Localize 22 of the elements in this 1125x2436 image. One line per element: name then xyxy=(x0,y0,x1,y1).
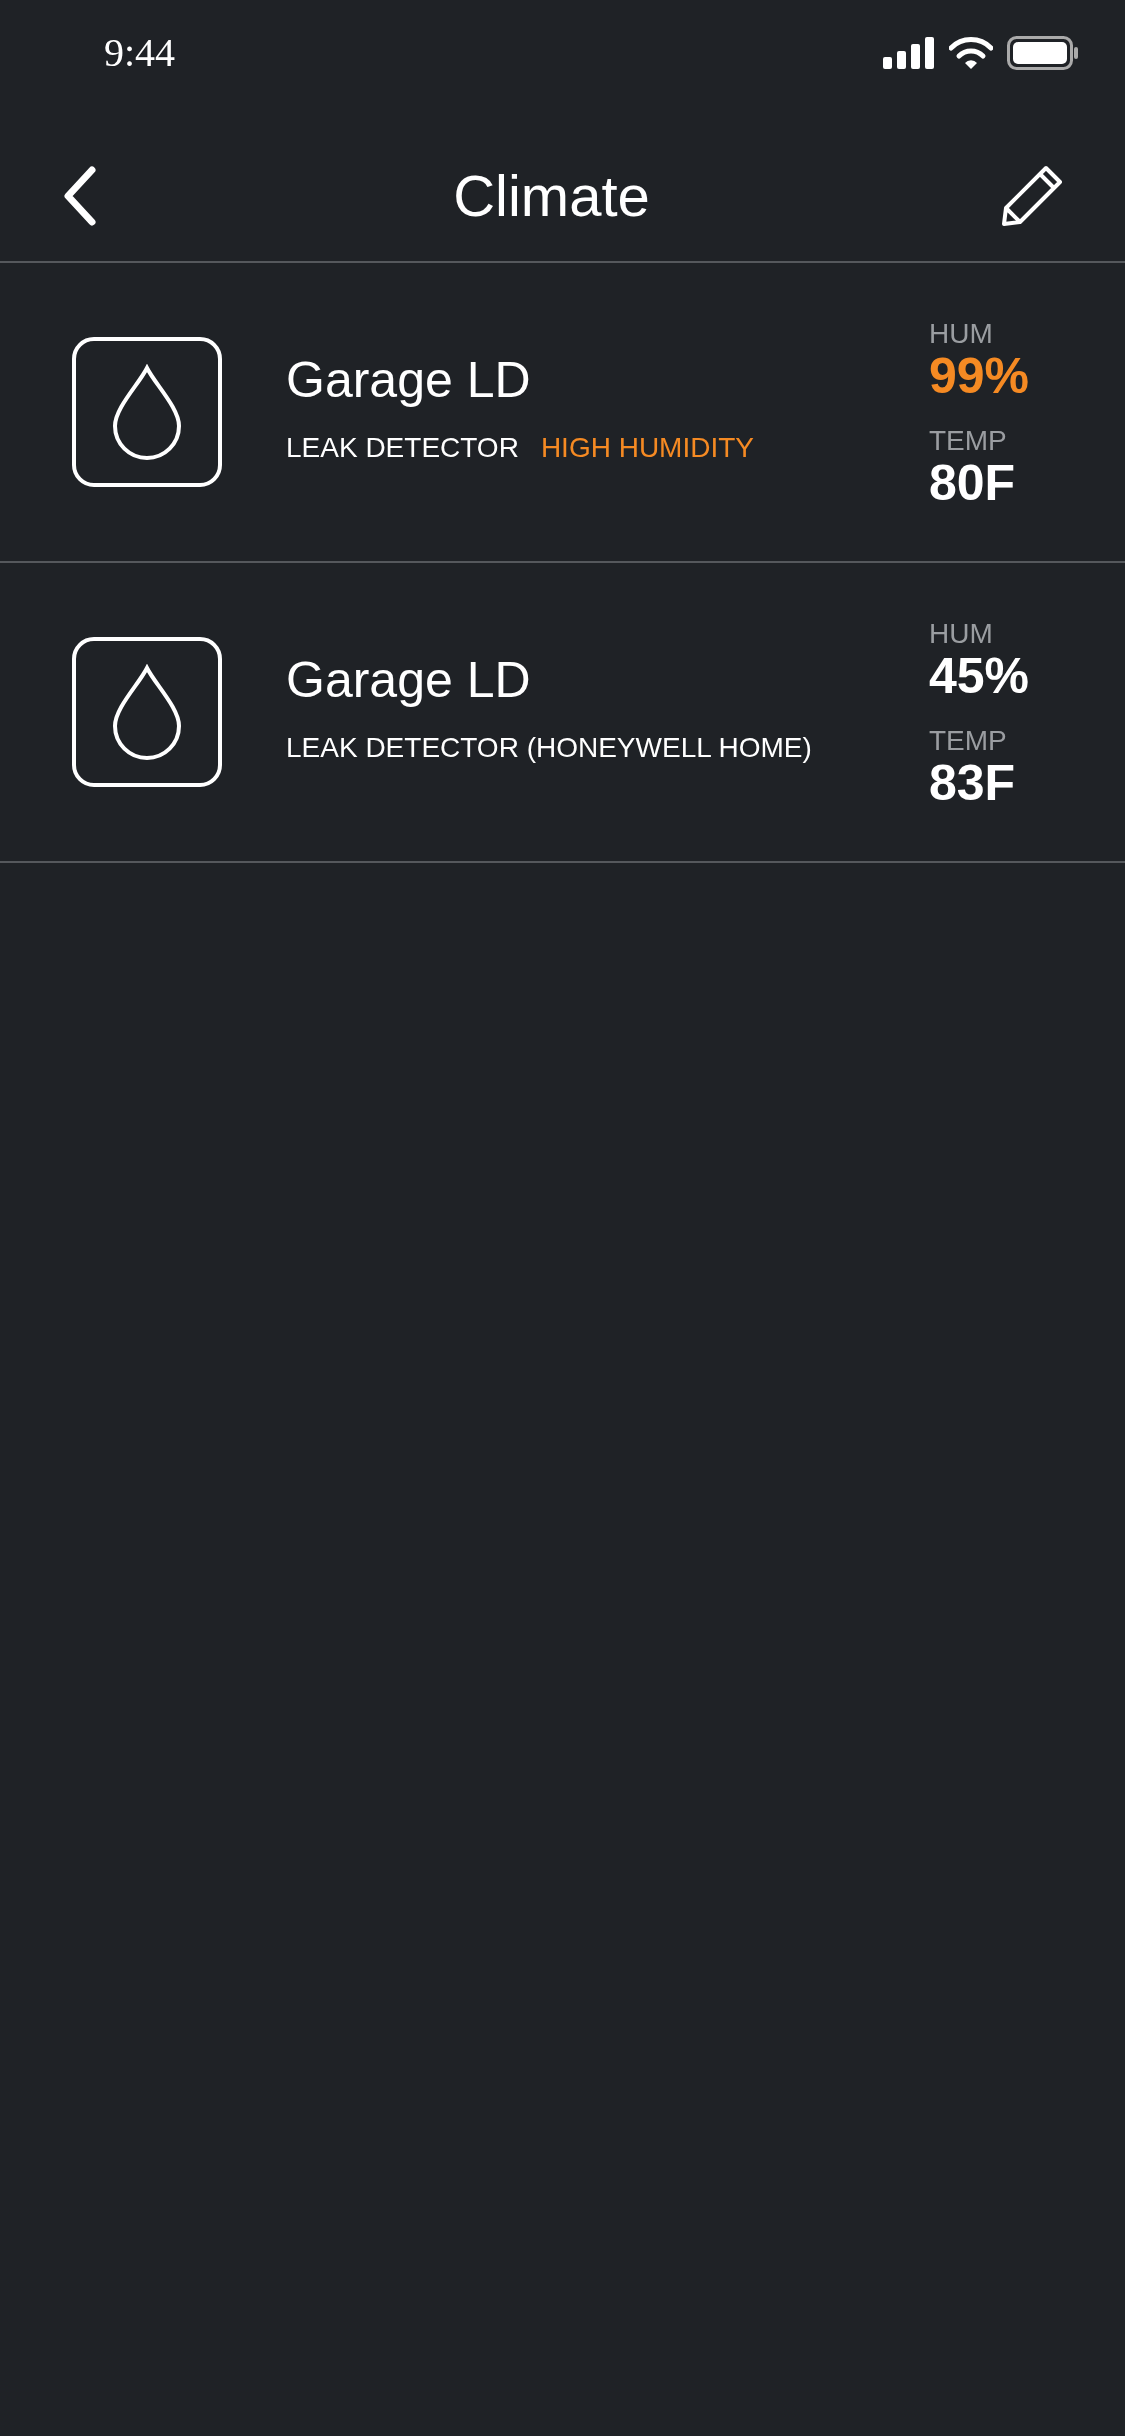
device-type: LEAK DETECTOR (HONEYWELL HOME) xyxy=(286,731,812,765)
drop-icon xyxy=(72,637,222,787)
temperature-label: TEMP xyxy=(929,424,1008,458)
device-name: Garage LD xyxy=(286,655,532,705)
battery-icon xyxy=(1007,36,1079,70)
page-title: Climate xyxy=(453,162,650,230)
humidity-label: HUM xyxy=(929,317,994,351)
device-name: Garage LD xyxy=(286,355,532,405)
alert-label: HIGH HUMIDITY xyxy=(540,431,754,465)
temperature-value: 83F xyxy=(929,758,1017,808)
wifi-icon xyxy=(949,37,993,69)
device-row[interactable]: Garage LD LEAK DETECTOR HIGH HUMIDITY HUM 99% TEMP 80F xyxy=(0,263,1125,563)
device-type: LEAK DETECTOR xyxy=(286,431,519,465)
temperature-label: TEMP xyxy=(929,724,1008,758)
humidity-label: HUM xyxy=(929,617,994,651)
drop-icon xyxy=(72,337,222,487)
signal-icon xyxy=(883,37,935,69)
temperature-value: 80F xyxy=(929,458,1017,508)
status-time: 9:44 xyxy=(104,29,176,77)
humidity-value: 99% xyxy=(929,351,1031,401)
humidity-value: 45% xyxy=(929,651,1031,701)
device-row[interactable]: Garage LD LEAK DETECTOR (HONEYWELL HOME) HUM 45% TEMP 83F xyxy=(0,563,1125,863)
